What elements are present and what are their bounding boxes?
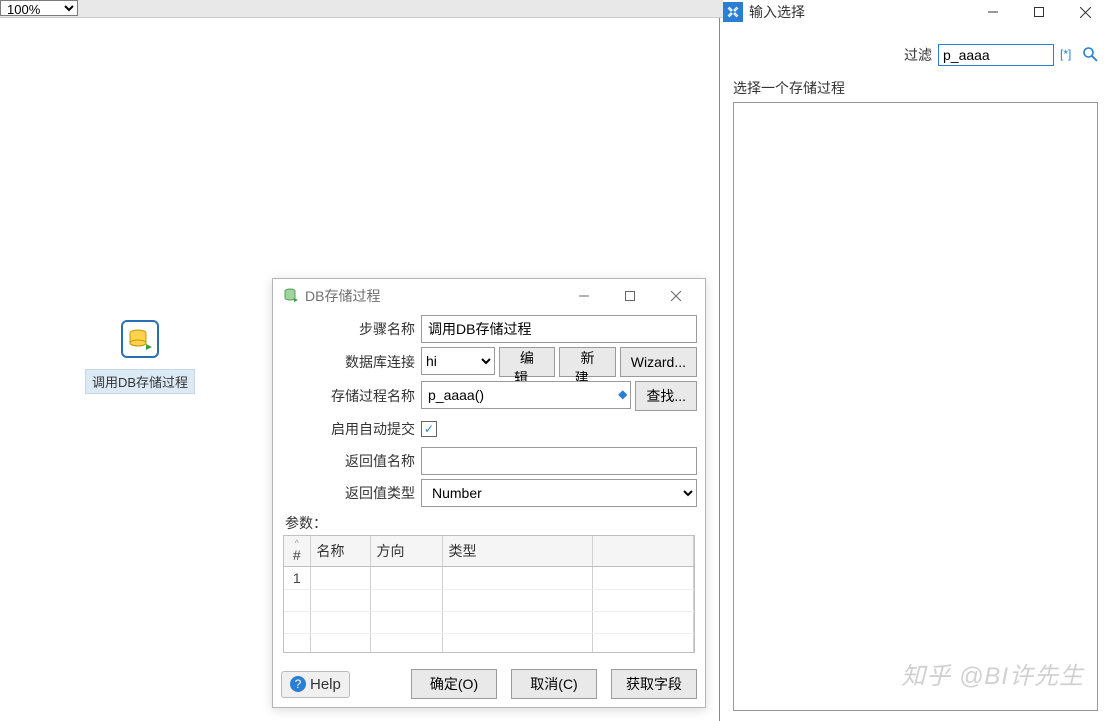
maximize-button[interactable] xyxy=(1016,1,1062,23)
result-list[interactable] xyxy=(733,102,1098,711)
db-proc-dialog: DB存储过程 步骤名称 数据库连接 hi 编辑... 新建... Wizard.… xyxy=(272,278,706,708)
table-row[interactable] xyxy=(284,612,694,634)
minimize-button[interactable] xyxy=(970,1,1016,23)
step-node[interactable]: 调用DB存储过程 xyxy=(80,320,200,394)
close-button[interactable] xyxy=(1062,1,1108,23)
edit-button[interactable]: 编辑... xyxy=(499,347,556,377)
cancel-button[interactable]: 取消(C) xyxy=(511,669,597,699)
proc-name-input[interactable] xyxy=(421,381,631,409)
retval-name-label: 返回值名称 xyxy=(281,451,421,471)
retval-name-input[interactable] xyxy=(421,447,697,475)
table-row[interactable]: 1 xyxy=(284,567,694,590)
find-button[interactable]: 查找... xyxy=(635,381,697,411)
maximize-button[interactable] xyxy=(607,281,653,311)
step-name-label: 步骤名称 xyxy=(281,319,421,339)
col-blank xyxy=(592,536,694,567)
new-button[interactable]: 新建... xyxy=(559,347,616,377)
table-row[interactable] xyxy=(284,590,694,612)
table-row[interactable] xyxy=(284,634,694,654)
wrench-icon xyxy=(723,2,743,22)
input-select-dialog: 输入选择 过滤 [*] 选择一个存储过程 xyxy=(723,0,1108,721)
variable-icon[interactable]: ◆ xyxy=(618,387,627,401)
dialog1-title: DB存储过程 xyxy=(305,286,380,306)
retval-type-label: 返回值类型 xyxy=(281,483,421,503)
retval-type-select[interactable]: Number xyxy=(421,479,697,507)
autocommit-label: 启用自动提交 xyxy=(281,419,421,439)
search-icon[interactable] xyxy=(1082,46,1098,65)
dialog1-titlebar[interactable]: DB存储过程 xyxy=(273,279,705,313)
filter-input[interactable] xyxy=(938,44,1054,66)
regex-icon[interactable]: [*] xyxy=(1060,46,1076,65)
dialog2-title: 输入选择 xyxy=(749,2,805,22)
col-name[interactable]: 名称 xyxy=(310,536,370,567)
database-icon xyxy=(283,287,299,306)
dialog2-titlebar[interactable]: 输入选择 xyxy=(723,0,1108,24)
dialog1-form: 步骤名称 数据库连接 hi 编辑... 新建... Wizard... 存储过程… xyxy=(273,313,705,653)
db-conn-select[interactable]: hi xyxy=(421,347,495,375)
help-button[interactable]: ? Help xyxy=(281,671,350,698)
database-step-icon xyxy=(121,320,159,358)
wizard-button[interactable]: Wizard... xyxy=(620,347,697,377)
db-conn-label: 数据库连接 xyxy=(281,352,421,372)
col-type[interactable]: 类型 xyxy=(442,536,592,567)
step-name-input[interactable] xyxy=(421,315,697,343)
help-icon: ? xyxy=(290,676,306,692)
params-label: 参数： xyxy=(285,513,697,533)
autocommit-checkbox[interactable]: ✓ xyxy=(421,421,437,437)
filter-label: 过滤 xyxy=(904,45,932,65)
prompt-label: 选择一个存储过程 xyxy=(723,72,1108,102)
col-num: ^# xyxy=(284,536,310,567)
get-fields-button[interactable]: 获取字段 xyxy=(611,669,697,699)
step-node-label: 调用DB存储过程 xyxy=(85,369,195,394)
proc-name-label: 存储过程名称 xyxy=(281,386,421,406)
ok-button[interactable]: 确定(O) xyxy=(411,669,497,699)
svg-text:[*]: [*] xyxy=(1060,47,1071,61)
col-dir[interactable]: 方向 xyxy=(370,536,442,567)
minimize-button[interactable] xyxy=(561,281,607,311)
zoom-select[interactable]: 100% xyxy=(0,0,78,16)
close-button[interactable] xyxy=(653,281,699,311)
params-table[interactable]: ^# 名称 方向 类型 1 xyxy=(283,535,695,653)
